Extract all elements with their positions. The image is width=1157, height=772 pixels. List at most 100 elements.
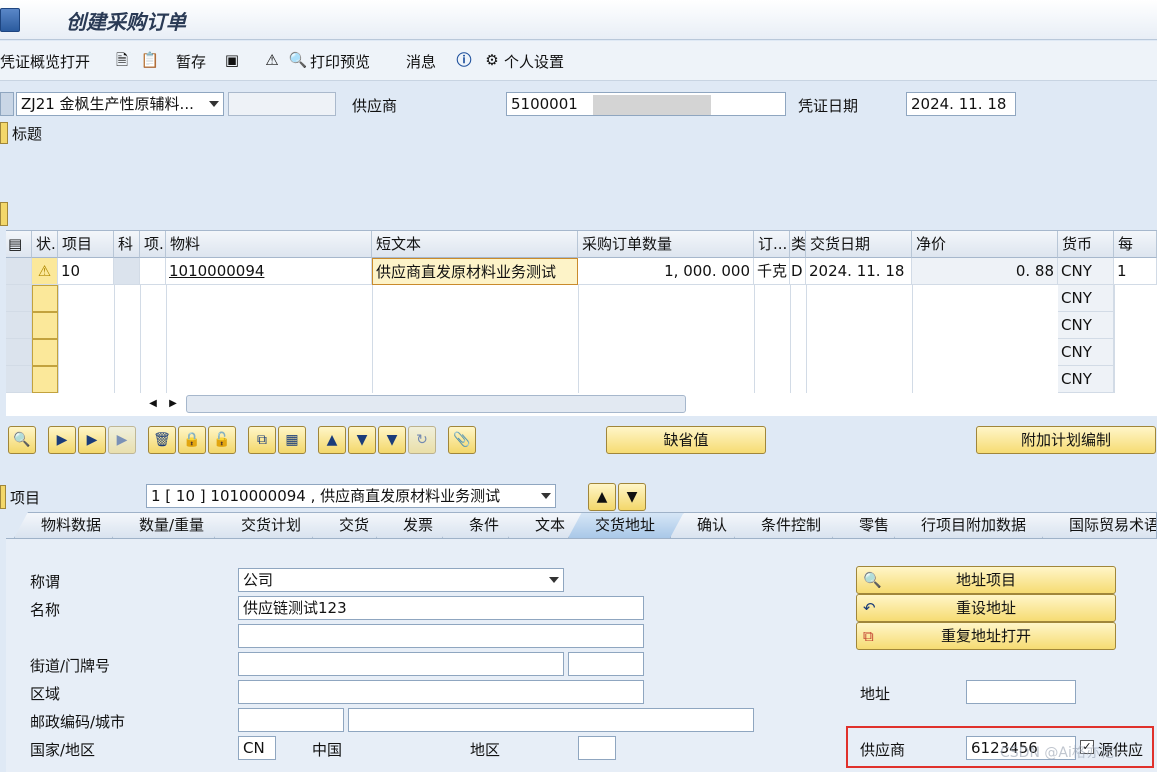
next-item-button[interactable]: ▼ [618,483,646,511]
col-item-cat[interactable]: 项. [140,231,166,258]
scroll-left-icon[interactable]: ◀ [146,395,160,413]
document-overview-button[interactable]: 凭证概览打开 [0,51,90,72]
doc-type-icon[interactable] [0,92,14,116]
col-order-unit[interactable]: 订... [754,231,790,258]
col-short-text[interactable]: 短文本 [372,231,578,258]
street-field[interactable] [238,652,564,676]
country-code-field[interactable]: CN [238,736,276,760]
row-currency[interactable]: CNY [1058,258,1114,285]
row-selector[interactable] [6,312,32,339]
new-document-icon[interactable]: 🗎 [112,49,132,71]
row-currency[interactable]: CNY [1058,366,1114,393]
tab-quantity-weight[interactable]: 数量/重量 [112,512,234,538]
row-status-empty[interactable] [32,339,58,366]
print-preview-icon[interactable]: 🔍 [288,49,308,71]
repeat-address-button[interactable]: ⧉ 重复地址打开 [856,622,1116,650]
row-currency[interactable]: CNY [1058,285,1114,312]
attachment-icon[interactable]: 📎 [448,426,476,454]
city-field[interactable] [348,708,754,732]
row-item-cat[interactable] [140,258,166,285]
sort-ascending-icon[interactable]: ▲ [318,426,346,454]
row-net-price[interactable]: 0. 88 [912,258,1058,285]
row-item[interactable]: 10 [58,258,114,285]
district-field[interactable] [238,680,644,704]
col-item[interactable]: 项目 [58,231,114,258]
personal-settings-icon[interactable]: ⚙ [482,49,502,71]
select-all-icon[interactable]: ▤ [6,231,32,258]
name-field[interactable]: 供应链测试123 [238,596,644,620]
address-number-field[interactable] [966,680,1076,704]
col-account[interactable]: 科 [114,231,140,258]
row-selector[interactable] [6,366,32,393]
scroll-right-icon[interactable]: ▶ [166,395,180,413]
copy-row-icon[interactable]: ▶ [78,426,106,454]
row-selector[interactable] [6,339,32,366]
warning-icon[interactable]: ⚠ [32,258,58,285]
row-selector[interactable] [6,258,32,285]
item-select[interactable]: 1 [ 10 ] 1010000094 , 供应商直发原材料业务测试 [146,484,556,508]
col-per[interactable]: 每 [1114,231,1157,258]
row-selector[interactable] [6,285,32,312]
region-field[interactable] [578,736,616,760]
row-status-empty[interactable] [32,312,58,339]
other-document-icon[interactable]: ▣ [222,49,242,71]
row-currency[interactable]: CNY [1058,312,1114,339]
house-number-field[interactable] [568,652,644,676]
postal-code-field[interactable] [238,708,344,732]
row-short-text[interactable]: 供应商直发原材料业务测试 [372,258,578,285]
tab-delivery-address[interactable]: 交货地址 [568,512,684,538]
copy-icon[interactable]: ⧉ [248,426,276,454]
delete-icon[interactable]: 🗑 [148,426,176,454]
additional-planning-button[interactable]: 附加计划编制 [976,426,1156,454]
row-delivery-date[interactable]: 2024. 11. 18 [806,258,912,285]
doc-type-select[interactable]: ZJ21 金枫生产性原辅料... [16,92,224,116]
item-expand-button[interactable] [0,485,6,509]
unlock-icon[interactable]: 🔓 [208,426,236,454]
check-icon[interactable]: ⚠ [262,49,282,71]
col-quantity[interactable]: 采购订单数量 [578,231,754,258]
row-quantity[interactable]: 1, 000. 000 [578,258,754,285]
add-row-icon[interactable]: ▶ [48,426,76,454]
sort-descending-icon[interactable]: ▼ [348,426,376,454]
row-status-empty[interactable] [32,285,58,312]
doc-date-field[interactable]: 2024. 11. 18 [906,92,1016,116]
system-menu-icon[interactable] [0,8,20,32]
details-icon[interactable]: 🔍 [8,426,36,454]
messages-button[interactable]: 消息 [406,51,436,72]
col-currency[interactable]: 货币 [1058,231,1114,258]
row-order-unit[interactable]: 千克 [754,258,790,285]
col-net-price[interactable]: 净价 [912,231,1058,258]
reset-address-button[interactable]: ↶ 重设地址 [856,594,1116,622]
row-per[interactable]: 1 [1114,258,1157,285]
row-material[interactable]: 1010000094 [166,258,372,285]
title-select[interactable]: 公司 [238,568,564,592]
defaults-button[interactable]: 缺省值 [606,426,766,454]
horizontal-scrollbar[interactable] [186,395,686,413]
name2-field[interactable] [238,624,644,648]
copy-document-icon[interactable]: 📋 [140,49,160,71]
refresh-icon[interactable]: ↻ [408,426,436,454]
previous-item-button[interactable]: ▲ [588,483,616,511]
tab-incoterms[interactable]: 国际贸易术语 [1042,512,1157,538]
items-expand-button[interactable] [0,202,8,226]
header-expand-button[interactable] [0,122,8,144]
vendor-field[interactable]: 5100001 [506,92,786,116]
info-icon[interactable]: ⓘ [454,49,474,71]
hold-button[interactable]: 暂存 [176,51,206,72]
col-type[interactable]: 类 [790,231,806,258]
row-status-empty[interactable] [32,366,58,393]
split-icon[interactable]: ▦ [278,426,306,454]
address-item-button[interactable]: 🔍 地址项目 [856,566,1116,594]
row-currency[interactable]: CNY [1058,339,1114,366]
col-delivery-date[interactable]: 交货日期 [806,231,912,258]
lock-icon[interactable]: 🔒 [178,426,206,454]
insert-row-icon[interactable]: ▶ [108,426,136,454]
print-preview-button[interactable]: 打印预览 [310,51,370,72]
col-material[interactable]: 物料 [166,231,372,258]
col-status[interactable]: 状. [32,231,58,258]
row-type[interactable]: D [790,258,806,285]
personal-settings-button[interactable]: 个人设置 [504,51,564,72]
filter-icon[interactable]: ▼ [378,426,406,454]
row-account[interactable] [114,258,140,285]
tab-item-additional-data[interactable]: 行项目附加数据 [894,512,1060,538]
